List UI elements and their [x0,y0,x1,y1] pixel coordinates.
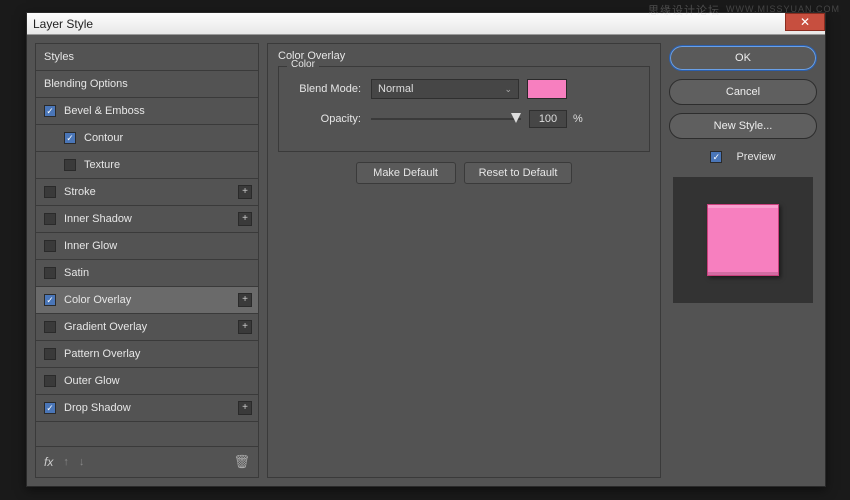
outer-glow-checkbox[interactable] [44,375,56,387]
action-column: OK Cancel New Style... Preview [669,43,817,478]
preview-row: Preview [669,151,817,163]
opacity-label: Opacity: [291,113,361,125]
drop-shadow-label: Drop Shadow [64,402,131,414]
inner-shadow-item[interactable]: Inner Shadow + [36,206,258,233]
contour-label: Contour [84,132,123,144]
pattern-overlay-item[interactable]: Pattern Overlay [36,341,258,368]
blend-mode-label: Blend Mode: [291,83,361,95]
preview-label: Preview [736,151,775,163]
add-color-overlay-icon[interactable]: + [238,293,252,307]
color-group: Color Blend Mode: Normal⌄ Opacity: 100 % [278,66,650,152]
opacity-row: Opacity: 100 % [291,107,637,131]
bevel-checkbox[interactable] [44,105,56,117]
gradient-overlay-label: Gradient Overlay [64,321,147,333]
stroke-item[interactable]: Stroke + [36,179,258,206]
satin-checkbox[interactable] [44,267,56,279]
preview-swatch [707,204,779,276]
gradient-overlay-checkbox[interactable] [44,321,56,333]
move-down-icon[interactable]: ↓ [79,456,85,468]
texture-checkbox[interactable] [64,159,76,171]
make-default-button[interactable]: Make Default [356,162,456,184]
stroke-checkbox[interactable] [44,186,56,198]
percent-label: % [573,113,583,125]
blend-mode-select[interactable]: Normal ⌄ [371,79,519,99]
styles-footer: fx ↑ ↓ 🗑 [36,447,258,477]
pattern-overlay-checkbox[interactable] [44,348,56,360]
reset-default-button[interactable]: Reset to Default [464,162,573,184]
fx-menu-icon[interactable]: fx [44,455,53,469]
color-overlay-checkbox[interactable] [44,294,56,306]
texture-label: Texture [84,159,120,171]
blend-mode-value: Normal [378,83,413,95]
list-spacer [36,422,258,447]
drop-shadow-checkbox[interactable] [44,402,56,414]
gradient-overlay-item[interactable]: Gradient Overlay + [36,314,258,341]
drop-shadow-item[interactable]: Drop Shadow + [36,395,258,422]
add-inner-shadow-icon[interactable]: + [238,212,252,226]
dialog-title: Layer Style [33,17,93,31]
cancel-button[interactable]: Cancel [669,79,817,105]
watermark-text: 思缘设计论坛 [648,2,720,18]
texture-item[interactable]: Texture [36,152,258,179]
contour-checkbox[interactable] [64,132,76,144]
preview-box [673,177,813,303]
close-button[interactable]: ✕ [785,13,825,31]
color-overlay-item[interactable]: Color Overlay + [36,287,258,314]
pattern-overlay-label: Pattern Overlay [64,348,140,360]
settings-panel: Color Overlay Color Blend Mode: Normal⌄ … [267,43,661,478]
styles-label: Styles [44,51,74,63]
satin-item[interactable]: Satin [36,260,258,287]
chevron-down-icon: ⌄ [504,84,512,95]
inner-glow-item[interactable]: Inner Glow [36,233,258,260]
preview-checkbox[interactable] [710,151,722,163]
outer-glow-item[interactable]: Outer Glow [36,368,258,395]
watermark-url: WWW.MISSYUAN.COM [726,4,840,14]
add-stroke-icon[interactable]: + [238,185,252,199]
stroke-label: Stroke [64,186,96,198]
opacity-input[interactable]: 100 [529,110,567,128]
dialog-body: Styles Blending Options Bevel & Emboss C… [27,35,825,486]
color-overlay-label: Color Overlay [64,294,131,306]
add-drop-shadow-icon[interactable]: + [238,401,252,415]
layer-style-dialog: Layer Style ✕ Styles Blending Options Be… [26,12,826,487]
bevel-label: Bevel & Emboss [64,105,145,117]
opacity-slider[interactable] [371,112,521,126]
slider-thumb[interactable] [511,113,521,123]
slider-track [371,118,521,120]
styles-list: Styles Blending Options Bevel & Emboss C… [35,43,259,478]
inner-glow-checkbox[interactable] [44,240,56,252]
trash-icon[interactable]: 🗑 [233,454,250,470]
color-swatch[interactable] [527,79,567,99]
bevel-emboss-item[interactable]: Bevel & Emboss [36,98,258,125]
inner-shadow-label: Inner Shadow [64,213,132,225]
color-legend: Color [287,59,319,70]
blending-options-item[interactable]: Blending Options [36,71,258,98]
new-style-button[interactable]: New Style... [669,113,817,139]
panel-title: Color Overlay [278,50,650,62]
blend-mode-row: Blend Mode: Normal ⌄ [291,77,637,101]
default-buttons: Make Default Reset to Default [278,162,650,184]
outer-glow-label: Outer Glow [64,375,120,387]
inner-shadow-checkbox[interactable] [44,213,56,225]
blending-label: Blending Options [44,78,128,90]
move-up-icon[interactable]: ↑ [63,456,69,468]
ok-button[interactable]: OK [669,45,817,71]
satin-label: Satin [64,267,89,279]
styles-header[interactable]: Styles [36,44,258,71]
inner-glow-label: Inner Glow [64,240,117,252]
add-gradient-overlay-icon[interactable]: + [238,320,252,334]
contour-item[interactable]: Contour [36,125,258,152]
